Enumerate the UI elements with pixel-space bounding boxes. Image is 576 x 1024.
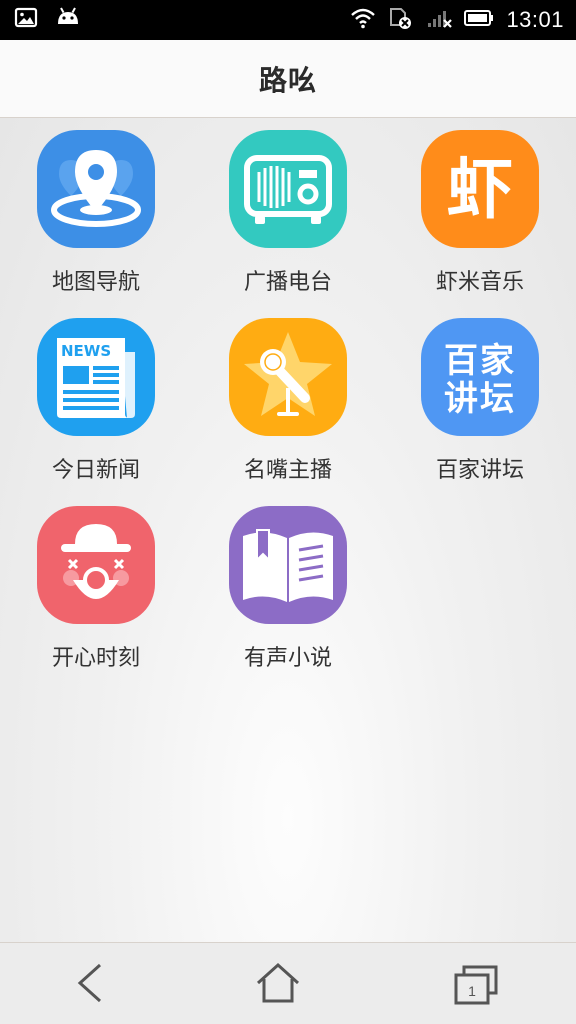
- app-label: 虾米音乐: [435, 270, 524, 295]
- app-label: 开心时刻: [51, 646, 140, 671]
- back-button[interactable]: [60, 957, 120, 1013]
- app-xiami-music[interactable]: 虾 虾米音乐: [384, 130, 576, 318]
- recents-button[interactable]: 1: [446, 957, 506, 1013]
- baijia-jiangtan-icon: 百家 讲坛: [421, 318, 539, 436]
- xiami-glyph: 虾: [447, 151, 513, 228]
- news-glyph: NEWS: [61, 342, 111, 360]
- app-label: 地图导航: [51, 270, 140, 295]
- battery-icon: [464, 8, 494, 32]
- map-navigation-icon: [37, 130, 155, 248]
- app-map-navigation[interactable]: 地图导航: [0, 130, 192, 318]
- back-icon: [72, 961, 108, 1009]
- baijia-glyph-line1: 百家: [444, 341, 516, 381]
- navigation-bar: 1: [0, 942, 576, 1024]
- header: 路吆: [0, 40, 576, 118]
- clown-icon: [37, 506, 155, 624]
- microphone-star-icon: [229, 318, 347, 436]
- recents-icon: 1: [452, 963, 500, 1007]
- android-icon: [54, 6, 82, 34]
- app-grid-area: 地图导航 广播电台 虾 虾米音乐 NEWS 今日新闻 名嘴主播 百家 讲坛 百家…: [0, 118, 576, 942]
- radio-icon: [229, 130, 347, 248]
- xiami-music-icon: 虾: [421, 130, 539, 248]
- app-audio-novel[interactable]: 有声小说: [192, 506, 384, 694]
- app-baijia-jiangtan[interactable]: 百家 讲坛 百家讲坛: [384, 318, 576, 506]
- app-label: 今日新闻: [51, 458, 140, 483]
- signal-icon: [426, 7, 453, 33]
- news-icon: NEWS: [37, 318, 155, 436]
- sim-disabled-icon: [388, 5, 414, 35]
- app-label: 有声小说: [243, 646, 332, 671]
- audio-book-icon: [229, 506, 347, 624]
- app-today-news[interactable]: NEWS 今日新闻: [0, 318, 192, 506]
- recents-badge: 1: [468, 983, 476, 999]
- app-label: 百家讲坛: [435, 458, 524, 483]
- app-famous-host[interactable]: 名嘴主播: [192, 318, 384, 506]
- home-button[interactable]: [248, 957, 308, 1013]
- status-bar: 13:01: [0, 0, 576, 40]
- wifi-icon: [350, 7, 376, 33]
- baijia-glyph-line2: 讲坛: [444, 379, 516, 419]
- app-radio[interactable]: 广播电台: [192, 130, 384, 318]
- app-label: 广播电台: [243, 270, 332, 295]
- page-title: 路吆: [258, 63, 317, 97]
- app-label: 名嘴主播: [243, 458, 332, 483]
- home-icon: [254, 961, 302, 1009]
- image-icon: [14, 6, 38, 34]
- app-happy-moments[interactable]: 开心时刻: [0, 506, 192, 694]
- clock: 13:01: [506, 7, 564, 32]
